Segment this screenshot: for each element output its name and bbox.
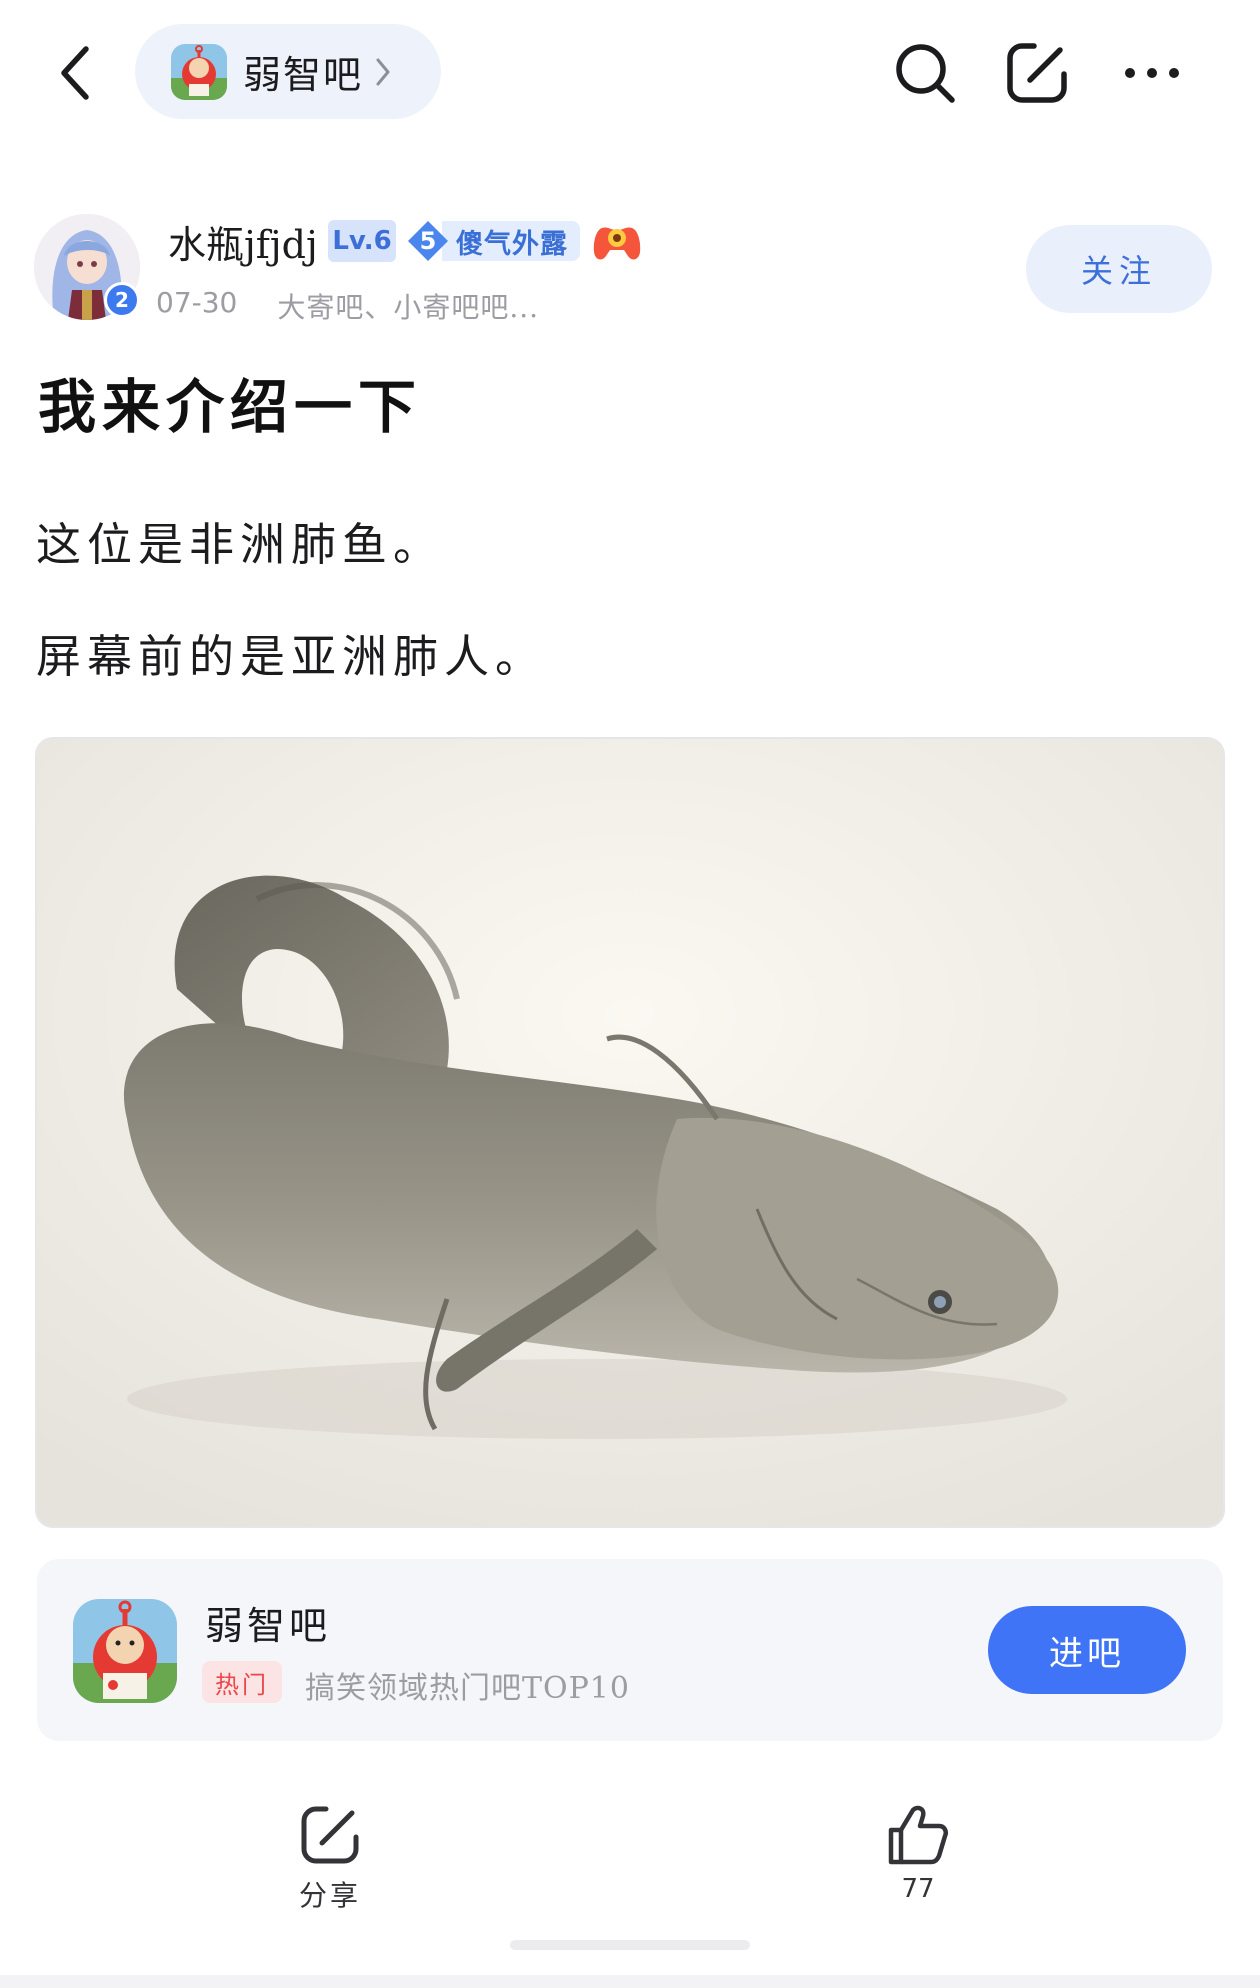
home-indicator: [510, 1940, 750, 1950]
title-badge-text: 傻气外露: [442, 221, 580, 261]
share-label: 分享: [298, 1879, 361, 1912]
post-title: 我来介绍一下: [38, 373, 423, 441]
like-button[interactable]: 77: [858, 1800, 978, 1904]
post-text-line: 这位是非洲肺鱼。: [36, 518, 445, 571]
chevron-left-icon: [61, 46, 89, 100]
like-count: 77: [901, 1874, 935, 1904]
forum-pill-button[interactable]: 弱智吧: [135, 24, 441, 119]
gamepad-icon: [592, 218, 642, 264]
forum-pill-name: 弱智吧: [243, 53, 364, 97]
search-icon: [896, 44, 955, 103]
title-badge: 5 傻气外露: [406, 218, 580, 264]
follow-button[interactable]: 关注: [1026, 225, 1212, 313]
post-text-line: 屏幕前的是亚洲肺人。: [36, 630, 547, 683]
forum-card[interactable]: 弱智吧 热门 搞笑领域热门吧TOP10 进吧: [37, 1559, 1223, 1741]
post-image-lungfish[interactable]: [35, 737, 1225, 1528]
top-nav-bar: 弱智吧: [0, 0, 1260, 145]
forum-card-avatar: [73, 1599, 177, 1703]
edit-icon: [1007, 43, 1067, 103]
more-button[interactable]: [1115, 36, 1189, 110]
forum-card-name: 弱智吧: [205, 1604, 332, 1648]
author-forums: 大寄吧、小寄吧吧...: [277, 291, 540, 324]
enter-forum-button[interactable]: 进吧: [988, 1606, 1186, 1694]
edit-button[interactable]: [1000, 36, 1074, 110]
chevron-right-icon: [375, 52, 397, 92]
author-name[interactable]: 水瓶jfjdj: [168, 214, 318, 269]
diamond-icon: 5: [406, 219, 450, 263]
avatar-level-badge: 2: [104, 282, 140, 318]
back-button[interactable]: [44, 36, 104, 110]
post-meta: 07-30 大寄吧、小寄吧吧...: [156, 286, 539, 326]
bottom-edge: [0, 1975, 1260, 1988]
hot-tag: 热门: [202, 1661, 282, 1703]
post-date: 07-30: [156, 286, 238, 319]
thumbs-up-icon: [883, 1800, 953, 1870]
more-icon: [1125, 68, 1179, 78]
forum-card-description: 搞笑领域热门吧TOP10: [305, 1671, 630, 1706]
share-button[interactable]: 分享: [270, 1800, 390, 1914]
search-button[interactable]: [888, 36, 962, 110]
forum-avatar: [171, 43, 227, 100]
author-avatar[interactable]: 2: [34, 214, 140, 320]
title-badge-level: 5: [419, 227, 437, 255]
share-icon: [295, 1800, 365, 1870]
level-badge: Lv.6: [328, 220, 396, 262]
